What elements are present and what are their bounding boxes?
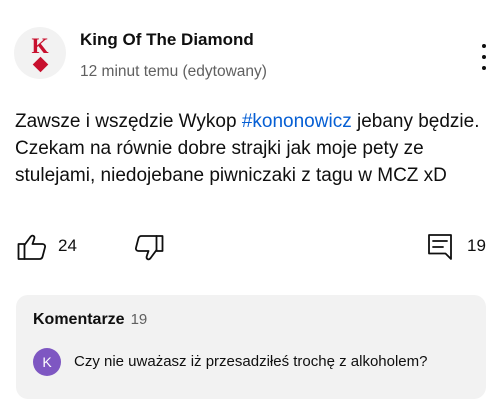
more-dot <box>482 55 486 59</box>
avatar-letter: K <box>31 33 49 58</box>
replies-button[interactable] <box>427 233 453 261</box>
comments-panel-title: Komentarze 19 <box>33 311 147 329</box>
author-name[interactable]: King Of The Diamond <box>80 30 254 50</box>
author-avatar[interactable]: K <box>14 27 66 79</box>
comment-text: Zawsze i wszędzie Wykop #kononowicz jeba… <box>15 108 485 189</box>
more-dot <box>482 44 486 48</box>
comments-panel[interactable]: Komentarze 19 K Czy nie uważasz iż przesa… <box>16 295 486 399</box>
hashtag-link[interactable]: #kononowicz <box>242 111 352 132</box>
more-dot <box>482 66 486 70</box>
thumbs-down-icon <box>134 235 164 261</box>
reply-preview-text: Czy nie uważasz iż przesadziłeś trochę z… <box>74 353 428 370</box>
more-options-button[interactable] <box>474 44 494 70</box>
comment-icon <box>428 234 452 260</box>
comments-count: 19 <box>130 311 148 328</box>
comment-text-start: Zawsze i wszędzie Wykop <box>15 111 242 132</box>
reply-author-avatar: K <box>33 348 61 376</box>
comments-title-label: Komentarze <box>33 311 125 328</box>
reply-count: 19 <box>467 236 486 255</box>
thumbs-up-icon <box>17 234 47 260</box>
like-button[interactable] <box>17 233 47 261</box>
like-count: 24 <box>58 236 77 255</box>
comment-timestamp: 12 minut temu (edytowany) <box>80 63 267 80</box>
diamond-icon <box>32 56 48 73</box>
dislike-button[interactable] <box>134 234 164 262</box>
